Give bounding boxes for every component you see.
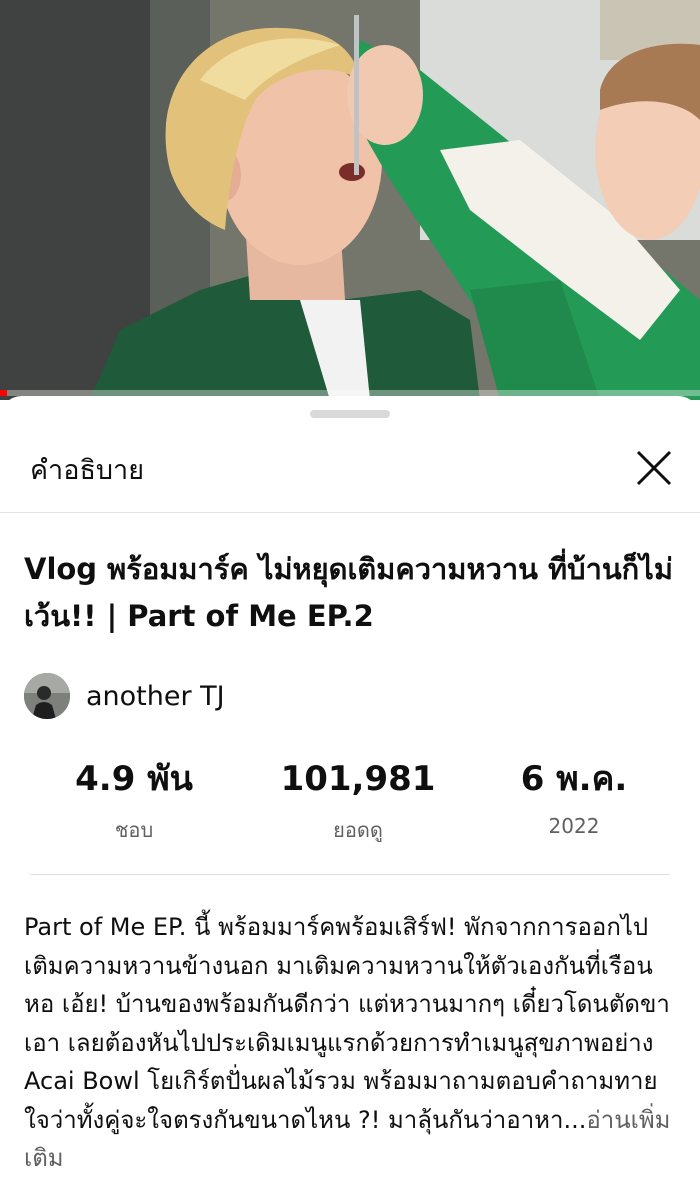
close-icon xyxy=(636,450,672,486)
stat-likes-value: 4.9 พัน xyxy=(75,759,193,799)
stat-date-value: 6 พ.ค. xyxy=(520,759,628,799)
stat-date-year: 2022 xyxy=(548,814,600,838)
video-player[interactable] xyxy=(0,0,700,400)
video-title: Vlog พร้อมมาร์ค ไม่หยุดเติมความหวาน ที่บ… xyxy=(24,552,673,633)
avatar-image xyxy=(24,673,70,719)
stat-views-label: ยอดดู xyxy=(333,818,383,842)
sheet-title: คำอธิบาย xyxy=(30,455,145,486)
description-text: Part of Me EP. นี้ พร้อมมาร์คพร้อมเสิร์ฟ… xyxy=(24,908,674,1178)
channel-avatar[interactable] xyxy=(24,673,70,719)
stat-date: 6 พ.ค. 2022 xyxy=(464,756,684,838)
stat-views: 101,981 ยอดดู xyxy=(248,756,468,846)
channel-row[interactable]: another TJ xyxy=(24,672,225,720)
drag-handle[interactable] xyxy=(310,410,390,418)
sheet-header: คำอธิบาย xyxy=(0,426,700,513)
stat-likes: 4.9 พัน ชอบ xyxy=(24,756,244,846)
stat-likes-label: ชอบ xyxy=(114,818,154,842)
description-body: Part of Me EP. นี้ พร้อมมาร์คพร้อมเสิร์ฟ… xyxy=(24,913,670,1134)
description-sheet: คำอธิบาย Vlog พร้อมมาร์ค ไม่หยุดเติมความ… xyxy=(0,396,700,1200)
video-frame xyxy=(0,0,700,400)
close-button[interactable] xyxy=(630,444,678,492)
video-progress-fill xyxy=(0,390,7,396)
video-stats: 4.9 พัน ชอบ 101,981 ยอดดู 6 พ.ค. 2022 xyxy=(0,756,700,846)
stat-views-value: 101,981 xyxy=(280,759,436,799)
channel-name[interactable]: another TJ xyxy=(86,681,225,712)
divider xyxy=(30,874,670,875)
